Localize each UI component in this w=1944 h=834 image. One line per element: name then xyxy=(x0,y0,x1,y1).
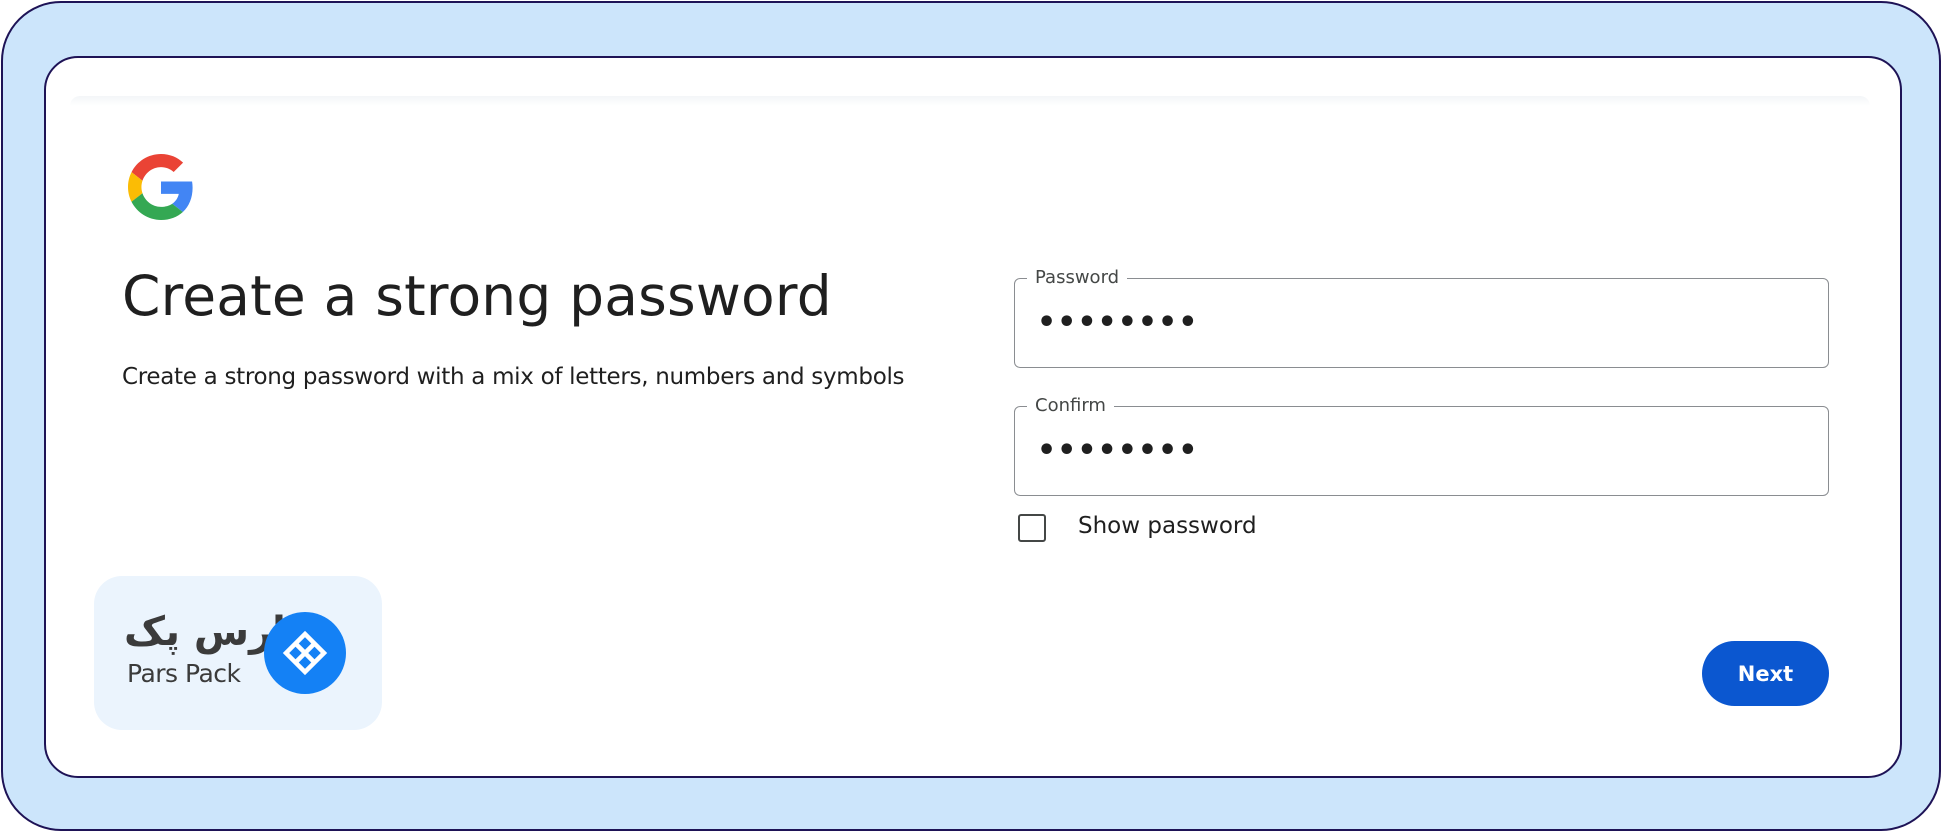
confirm-label: Confirm xyxy=(1027,395,1114,417)
show-password-checkbox[interactable] xyxy=(1018,514,1046,542)
password-value[interactable]: •••••••• xyxy=(1037,305,1198,341)
parspack-watermark: پارس پک Pars Pack xyxy=(94,576,382,730)
password-label: Password xyxy=(1027,267,1128,289)
next-button[interactable]: Next xyxy=(1702,641,1829,706)
page-subtitle: Create a strong password with a mix of l… xyxy=(122,364,905,390)
show-password-label[interactable]: Show password xyxy=(1078,513,1257,539)
confirm-value[interactable]: •••••••• xyxy=(1037,433,1198,469)
google-g-icon xyxy=(128,154,193,220)
parspack-diamond-icon xyxy=(264,612,346,694)
page-title: Create a strong password xyxy=(122,264,832,328)
confirm-password-field[interactable]: Confirm •••••••• xyxy=(1014,395,1829,496)
brand-name-en: Pars Pack xyxy=(127,659,241,688)
password-field[interactable]: Password •••••••• xyxy=(1014,267,1829,368)
signup-card: Create a strong password Create a strong… xyxy=(44,56,1902,778)
card-top-edge xyxy=(70,96,1870,106)
